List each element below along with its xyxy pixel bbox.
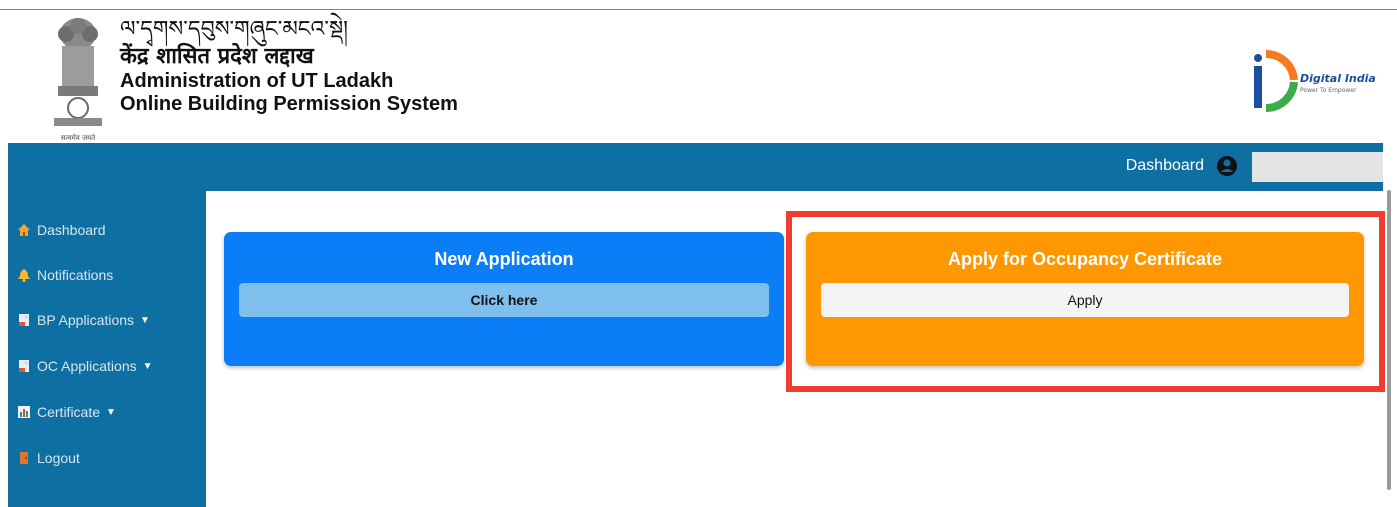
title-hindi: केंद्र शासित प्रदेश लद्दाख	[120, 44, 314, 69]
chevron-down-icon: ▼	[106, 406, 116, 418]
digital-india-tagline: Power To Empower	[1300, 87, 1357, 94]
title-block: ལ་དྭགས་དབུས་གཞུང་མངའ་སྡེ། केंद्र शासित प…	[120, 16, 458, 116]
highlight-box	[786, 211, 1385, 392]
top-navbar: Dashboard	[8, 143, 1383, 191]
file-icon	[19, 314, 29, 326]
sidebar-item-dashboard[interactable]: Dashboard	[8, 215, 206, 245]
sidebar-item-label: OC Applications	[37, 358, 137, 374]
chevron-down-icon: ▼	[142, 360, 153, 372]
sidebar-item-label: Certificate	[37, 404, 101, 420]
sidebar-item-label: Dashboard	[37, 222, 106, 238]
emblem-motto: सत्यमेव जयते	[61, 133, 96, 142]
click-here-button[interactable]: Click here	[239, 283, 769, 317]
user-name-field[interactable]	[1252, 152, 1383, 182]
sidebar-item-oc-applications[interactable]: OC Applications ▼	[8, 351, 206, 381]
sidebar-item-label: Notifications	[37, 267, 114, 283]
digital-india-logo: Digital India Power To Empower	[1254, 49, 1376, 113]
title-english: Administration of UT Ladakh	[120, 70, 394, 92]
chevron-down-icon: ▼	[140, 314, 150, 326]
digital-india-title: Digital India	[1300, 72, 1376, 85]
sidebar-item-logout[interactable]: Logout	[8, 443, 206, 473]
sidebar: Dashboard Notifications BP Applications …	[8, 191, 206, 507]
nav-dashboard-link[interactable]: Dashboard	[1126, 157, 1204, 175]
sidebar-item-notifications[interactable]: Notifications	[8, 260, 206, 290]
sidebar-item-bp-applications[interactable]: BP Applications ▼	[8, 305, 206, 335]
site-header: सत्यमेव जयते ལ་དྭགས་དབུས་གཞུང་མངའ་སྡེ། क…	[8, 10, 1388, 143]
user-icon[interactable]	[1216, 155, 1238, 177]
new-application-title: New Application	[434, 249, 574, 269]
file-icon	[19, 360, 29, 372]
sidebar-item-label: BP Applications	[37, 312, 135, 328]
home-icon	[18, 224, 30, 236]
title-tibetan: ལ་དྭགས་དབུས་གཞུང་མངའ་སྡེ།	[120, 17, 349, 42]
new-application-card: New Application Click here	[224, 232, 784, 366]
subtitle-english: Online Building Permission System	[120, 93, 458, 115]
national-emblem-icon: सत्यमेव जयते	[54, 18, 102, 142]
sidebar-item-label: Logout	[37, 450, 80, 466]
door-icon	[20, 452, 28, 464]
scrollbar-thumb[interactable]	[1387, 190, 1391, 490]
chart-icon	[18, 406, 30, 418]
sidebar-item-certificate[interactable]: Certificate ▼	[8, 397, 206, 427]
bell-icon	[18, 269, 30, 282]
